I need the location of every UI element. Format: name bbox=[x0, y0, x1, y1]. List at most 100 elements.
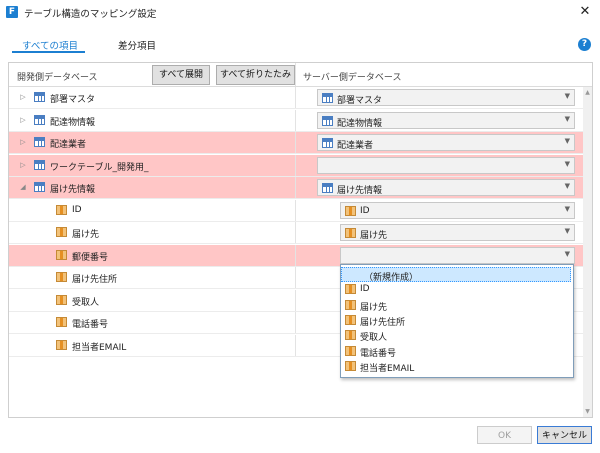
row-label: 配達業者 bbox=[50, 140, 87, 150]
table-icon bbox=[322, 115, 333, 126]
row-label: 受取人 bbox=[72, 297, 100, 308]
mapping-select[interactable]: ▼ bbox=[340, 246, 575, 264]
row-label: 届け先 bbox=[72, 230, 100, 240]
row-label: 部署マスタ bbox=[50, 95, 96, 105]
table-icon bbox=[322, 183, 333, 193]
column-divider bbox=[295, 289, 296, 312]
chevron-down-icon: ▼ bbox=[564, 182, 570, 190]
collapsed-arrow-icon[interactable]: ▷ bbox=[19, 137, 27, 147]
dropdown-option-label: 届け先住所 bbox=[360, 317, 406, 328]
chevron-down-icon: ▼ bbox=[564, 92, 570, 100]
window-title: テーブル構造のマッピング設定 bbox=[24, 9, 157, 20]
column-divider bbox=[295, 244, 296, 267]
dropdown-option[interactable]: 電話番号 bbox=[341, 344, 571, 359]
mapping-select[interactable]: 届け先情報 ▼ bbox=[317, 179, 575, 196]
mapping-select[interactable]: 配達物情報 ▼ bbox=[317, 111, 575, 129]
column-divider bbox=[295, 177, 296, 199]
dev-db-header: 開発側データベース bbox=[17, 73, 98, 83]
row-label: 届け先住所 bbox=[72, 275, 118, 285]
row-label: 配達物情報 bbox=[50, 117, 96, 128]
table-row[interactable]: ◢ 届け先情報 届け先情報 ▼ bbox=[9, 177, 583, 199]
column-icon bbox=[56, 204, 67, 215]
column-icon bbox=[56, 339, 67, 350]
title-bar: F テーブル構造のマッピング設定 ✕ bbox=[0, 0, 600, 26]
mapping-select-value: 届け先 bbox=[360, 231, 388, 241]
tab-diff-items[interactable]: 差分項目 bbox=[118, 38, 156, 52]
mapping-select[interactable]: ID ▼ bbox=[340, 201, 575, 219]
collapse-all-button[interactable]: すべて折りたたみ bbox=[216, 65, 295, 85]
table-icon bbox=[34, 159, 45, 170]
table-icon bbox=[34, 92, 45, 102]
app-logo-icon: F bbox=[6, 6, 18, 18]
scroll-up-icon[interactable]: ▲ bbox=[583, 89, 592, 96]
cancel-button[interactable]: キャンセル bbox=[537, 426, 592, 444]
vertical-scrollbar[interactable]: ▲ ▼ bbox=[583, 87, 592, 417]
column-icon bbox=[345, 228, 356, 238]
table-row[interactable]: ▷ ワークテーブル_開発用_ ▼ bbox=[9, 154, 583, 177]
column-divider bbox=[295, 222, 296, 244]
mapping-select[interactable]: ▼ bbox=[317, 156, 575, 174]
column-icon bbox=[345, 205, 356, 216]
column-icon bbox=[345, 284, 356, 295]
column-divider bbox=[295, 132, 296, 154]
column-divider bbox=[295, 267, 296, 289]
column-divider bbox=[295, 154, 296, 177]
column-icon bbox=[345, 314, 356, 325]
column-divider bbox=[295, 63, 296, 86]
chevron-down-icon: ▼ bbox=[564, 137, 570, 145]
table-icon bbox=[34, 137, 45, 147]
mapping-select[interactable]: 配達業者 ▼ bbox=[317, 134, 575, 151]
column-divider bbox=[295, 199, 296, 222]
mapping-select[interactable]: 届け先 ▼ bbox=[340, 224, 575, 241]
chevron-down-icon: ▼ bbox=[564, 114, 570, 123]
table-row[interactable]: ▷ 配達物情報 配達物情報 ▼ bbox=[9, 109, 583, 132]
mapping-select-value: 配達物情報 bbox=[337, 118, 383, 129]
column-icon bbox=[345, 345, 356, 356]
table-icon bbox=[322, 138, 333, 148]
help-icon[interactable]: ? bbox=[578, 38, 591, 51]
row-label: 届け先情報 bbox=[50, 185, 96, 195]
expand-all-button[interactable]: すべて展開 bbox=[152, 65, 210, 85]
column-icon bbox=[56, 272, 67, 282]
chevron-down-icon: ▼ bbox=[564, 159, 570, 168]
close-button[interactable]: ✕ bbox=[577, 3, 593, 21]
table-row[interactable]: ▷ 部署マスタ 部署マスタ ▼ bbox=[9, 87, 583, 109]
collapsed-arrow-icon[interactable]: ▷ bbox=[19, 160, 27, 170]
expanded-arrow-icon[interactable]: ◢ bbox=[19, 182, 27, 192]
column-icon bbox=[345, 360, 356, 371]
mapping-select[interactable]: 部署マスタ ▼ bbox=[317, 89, 575, 106]
mapping-select-value: 部署マスタ bbox=[337, 96, 383, 106]
tab-all-items[interactable]: すべての項目 bbox=[22, 38, 78, 52]
column-icon bbox=[56, 227, 67, 237]
column-icon bbox=[345, 330, 356, 341]
column-row[interactable]: ID ID ▼ bbox=[9, 199, 583, 222]
server-db-header: サーバー側データベース bbox=[303, 73, 402, 83]
row-label: 電話番号 bbox=[72, 320, 109, 330]
column-icon bbox=[56, 294, 67, 305]
tab-bar: すべての項目 差分項目 bbox=[0, 35, 600, 57]
table-icon bbox=[322, 93, 333, 103]
dropdown-option[interactable]: 届け先 bbox=[341, 298, 571, 313]
column-icon bbox=[345, 299, 356, 310]
mapping-dropdown-popup: （新規作成） ID 届け先届け先住所 受取人 電話番号 担当者EMAIL bbox=[340, 264, 574, 378]
scroll-down-icon[interactable]: ▼ bbox=[583, 408, 592, 415]
column-icon bbox=[56, 249, 67, 260]
table-row[interactable]: ▷ 配達業者 配達業者 ▼ bbox=[9, 132, 583, 154]
mapping-select-value: ID bbox=[360, 205, 370, 216]
mapping-select-value: 届け先情報 bbox=[337, 186, 383, 196]
ok-button[interactable]: OK bbox=[477, 426, 532, 444]
dropdown-option[interactable]: 届け先住所 bbox=[341, 313, 571, 328]
collapsed-arrow-icon[interactable]: ▷ bbox=[19, 92, 27, 102]
column-divider bbox=[295, 334, 296, 357]
column-divider bbox=[295, 312, 296, 334]
column-row[interactable]: 届け先 届け先 ▼ bbox=[9, 222, 583, 244]
dropdown-option[interactable]: ID bbox=[341, 282, 571, 297]
dropdown-option-label: ID bbox=[360, 284, 370, 295]
row-label: 郵便番号 bbox=[72, 252, 109, 263]
collapsed-arrow-icon[interactable]: ▷ bbox=[19, 115, 27, 125]
dropdown-option[interactable]: 担当者EMAIL bbox=[341, 359, 571, 374]
dropdown-option[interactable]: 受取人 bbox=[341, 328, 571, 343]
column-divider bbox=[295, 87, 296, 109]
dropdown-option[interactable]: （新規作成） bbox=[341, 267, 571, 283]
chevron-down-icon: ▼ bbox=[564, 249, 570, 258]
